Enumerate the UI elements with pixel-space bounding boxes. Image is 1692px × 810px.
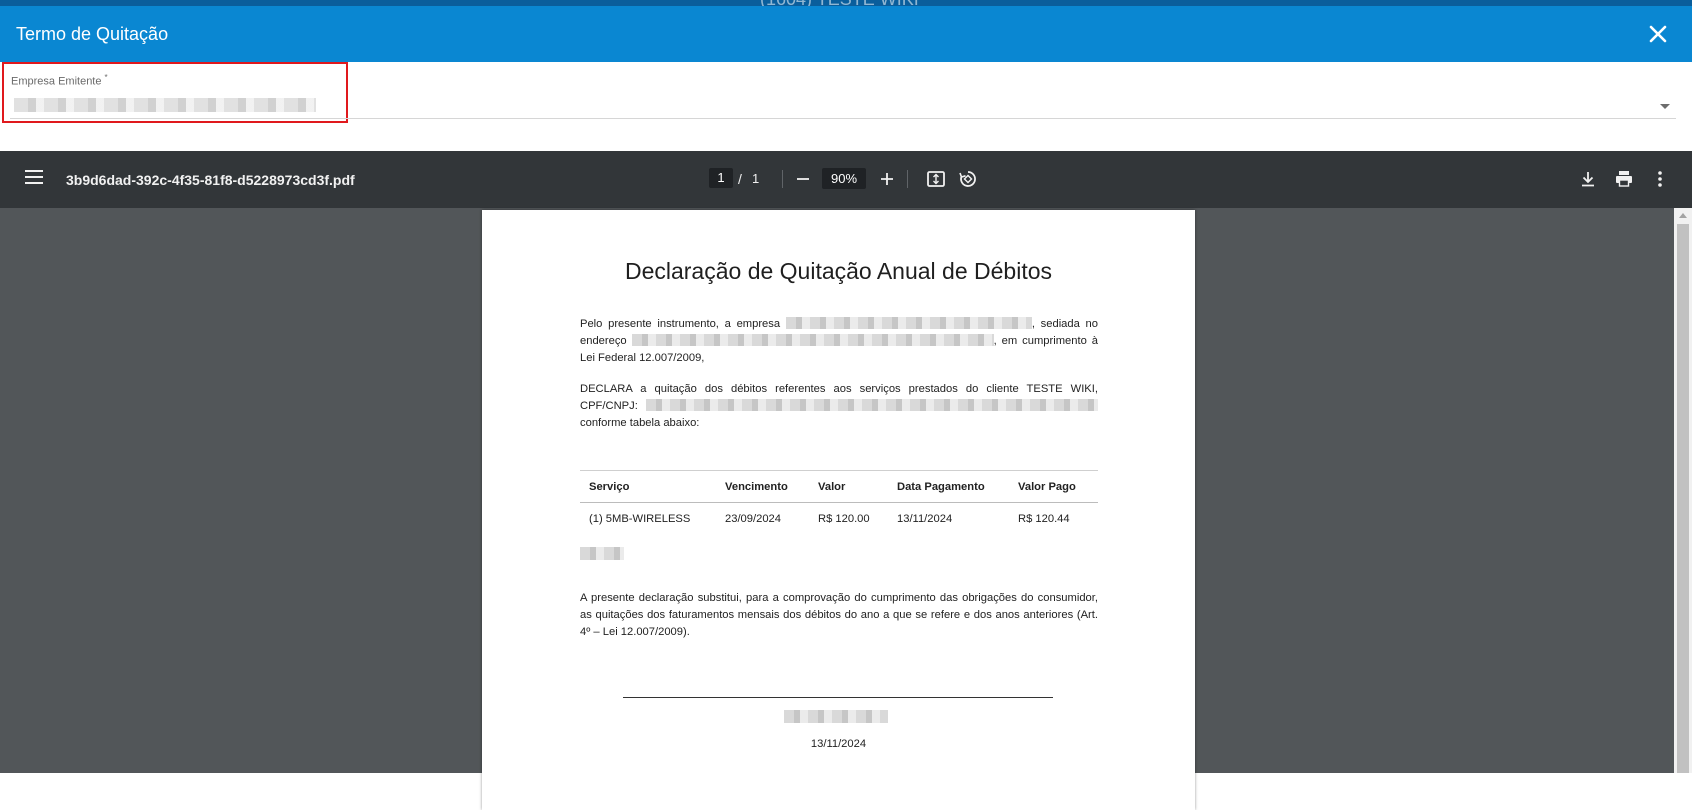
pdf-filename: 3b9d6dad-392c-4f35-81f8-d5228973cd3f.pdf: [66, 172, 355, 188]
empresa-emitente-select-value[interactable]: [14, 98, 316, 112]
table-header-border: [580, 502, 1098, 503]
table-cell: (1) 5MB-WIRELESS: [589, 513, 691, 525]
scrollbar-thumb[interactable]: [1677, 224, 1689, 773]
toolbar-divider: [907, 170, 908, 188]
signature-line: [623, 697, 1053, 698]
redacted-company: [785, 317, 1032, 329]
page-number-input[interactable]: 1: [709, 168, 733, 188]
dropdown-arrow-icon[interactable]: [1660, 104, 1670, 109]
required-mark: *: [104, 73, 108, 82]
download-icon[interactable]: [1576, 167, 1600, 191]
scroll-up-icon[interactable]: [1679, 213, 1687, 218]
pdf-toolbar: 3b9d6dad-392c-4f35-81f8-d5228973cd3f.pdf…: [0, 151, 1692, 208]
table-cell: 23/09/2024: [725, 513, 781, 525]
table-header: Valor Pago: [1018, 481, 1076, 493]
document-title: Declaração de Quitação Anual de Débitos: [624, 258, 1053, 284]
dialog-header: Termo de Quitação: [0, 6, 1692, 62]
table-header: Serviço: [589, 481, 630, 493]
rotate-icon[interactable]: [956, 167, 980, 191]
fit-page-icon[interactable]: [924, 167, 948, 191]
redacted-cpf-cnpj: [646, 399, 1098, 411]
table-header: Data Pagamento: [897, 481, 985, 493]
redacted-signature-name: [784, 710, 888, 723]
field-highlight: [2, 62, 348, 123]
paragraph-empresa: Pelo presente instrumento, a empresa , s…: [580, 316, 1098, 367]
toolbar-divider: [782, 170, 783, 188]
table-cell: R$ 120.44: [1018, 513, 1070, 525]
close-button[interactable]: [1646, 22, 1670, 46]
redacted-address: [631, 334, 994, 346]
pdf-viewer-area[interactable]: Declaração de Quitação Anual de Débitos …: [0, 208, 1692, 810]
table-top-border: [580, 470, 1098, 471]
para2-text-b: conforme tabela abaixo:: [580, 417, 700, 429]
vertical-scrollbar[interactable]: [1674, 208, 1692, 773]
empresa-emitente-label: Empresa Emitente *: [11, 73, 108, 88]
para1-text-a: Pelo presente instrumento, a empresa: [580, 318, 781, 330]
page-separator: /: [738, 171, 742, 187]
paragraph-declara: DECLARA a quitação dos débitos referente…: [580, 381, 1098, 432]
table-cell: 13/11/2024: [897, 513, 953, 525]
menu-icon[interactable]: [25, 170, 43, 184]
form-area: Empresa Emitente *: [0, 62, 1692, 151]
zoom-level[interactable]: 90%: [822, 168, 866, 189]
print-icon[interactable]: [1612, 167, 1636, 191]
empresa-emitente-underline: [10, 118, 1676, 119]
table-header: Vencimento: [725, 481, 788, 493]
pdf-page: Declaração de Quitação Anual de Débitos …: [482, 210, 1195, 810]
table-header: Valor: [818, 481, 846, 493]
close-icon[interactable]: [1646, 22, 1670, 46]
paragraph-substitui: A presente declaração substitui, para a …: [580, 592, 1098, 638]
more-icon[interactable]: [1648, 167, 1672, 191]
document-date: 13/11/2024: [810, 738, 867, 750]
table-cell: R$ 120.00: [818, 513, 870, 525]
redacted-city: [580, 547, 624, 560]
dialog-title: Termo de Quitação: [16, 24, 169, 44]
zoom-in-icon[interactable]: [875, 167, 899, 191]
empresa-emitente-label-text: Empresa Emitente: [11, 75, 102, 88]
page-total: 1: [752, 171, 760, 186]
zoom-out-icon[interactable]: [791, 167, 815, 191]
